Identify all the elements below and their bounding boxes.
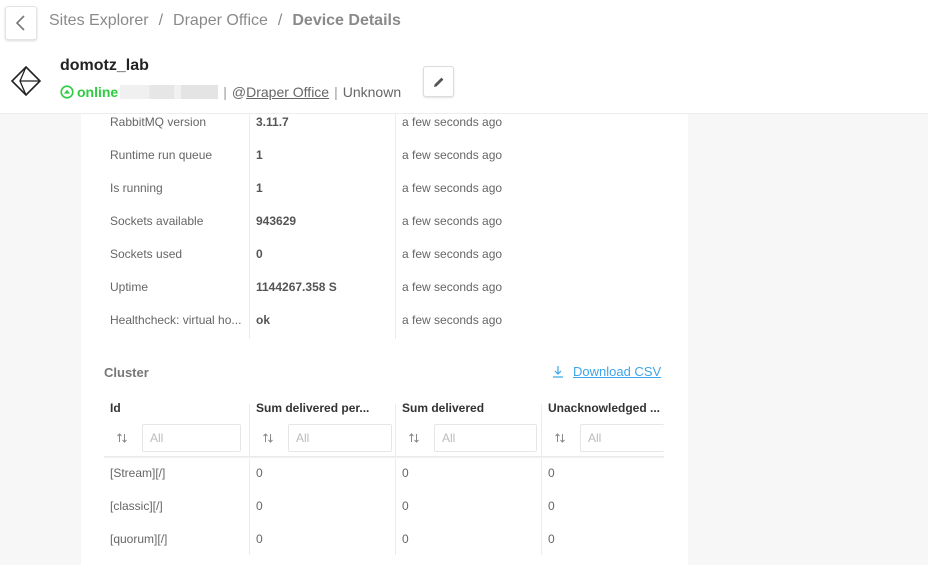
metric-label: RabbitMQ version [110, 115, 207, 129]
download-icon [553, 365, 563, 378]
metric-time: a few seconds ago [402, 181, 503, 195]
metric-row: Is running 1 a few seconds ago [81, 181, 688, 214]
table-cell: 0 [256, 532, 263, 546]
device-diamond-icon [11, 66, 41, 96]
filter-input-id[interactable] [142, 424, 241, 452]
breadcrumb-draper-office[interactable]: Draper Office [173, 12, 268, 29]
sort-icon[interactable] [408, 432, 420, 444]
table-row: [Stream][/] 0 0 0 [104, 466, 664, 499]
metric-value: 3.11.7 [256, 115, 289, 129]
site-name[interactable]: Draper Office [246, 84, 329, 100]
table-cell: 0 [548, 532, 555, 546]
chevron-left-icon [15, 15, 25, 31]
filter-input-sum-delivered-per[interactable] [288, 424, 392, 452]
device-details-panel: RabbitMQ version 3.11.7 a few seconds ag… [81, 114, 688, 565]
table-cell: [classic][/] [110, 499, 163, 513]
metric-label: Uptime [110, 280, 149, 294]
online-arrow-icon [60, 85, 74, 99]
breadcrumb-current: Device Details [292, 12, 401, 29]
metric-time: a few seconds ago [402, 313, 503, 327]
table-cell: 0 [548, 466, 555, 480]
divider: | [334, 84, 338, 100]
metric-time: a few seconds ago [402, 148, 503, 162]
table-cell: 0 [256, 499, 263, 513]
download-csv-label[interactable]: Download CSV [573, 364, 661, 379]
metric-value: 0 [256, 247, 263, 261]
table-cell: [quorum][/] [110, 532, 168, 546]
redacted-ip [120, 85, 219, 99]
divider: | [223, 84, 227, 100]
metric-time: a few seconds ago [402, 115, 503, 129]
edit-button[interactable] [423, 66, 454, 97]
filter-row [104, 423, 664, 453]
device-status-line: online | @Draper Office | Unknown [60, 83, 401, 101]
table-cell: 0 [256, 466, 263, 480]
metric-row: Healthcheck: virtual ho... ok a few seco… [81, 313, 688, 346]
metric-label: Runtime run queue [110, 148, 213, 162]
metric-row: Runtime run queue 1 a few seconds ago [81, 148, 688, 181]
site-link[interactable]: @Draper Office [232, 84, 329, 100]
metric-value: 1 [256, 181, 263, 195]
breadcrumb-sites-explorer[interactable]: Sites Explorer [49, 12, 149, 29]
device-type: Unknown [342, 84, 402, 100]
column-header-unacknowledged[interactable]: Unacknowledged ... [548, 401, 660, 415]
metric-row: Sockets used 0 a few seconds ago [81, 247, 688, 280]
metric-row: Uptime 1144267.358 S a few seconds ago [81, 280, 688, 313]
column-header-sum-delivered[interactable]: Sum delivered [402, 401, 484, 415]
table-row: [classic][/] 0 0 0 [104, 499, 664, 532]
metric-time: a few seconds ago [402, 247, 503, 261]
table-cell: 0 [402, 499, 409, 513]
sort-icon[interactable] [554, 432, 566, 444]
metric-label: Is running [110, 181, 163, 195]
sort-icon[interactable] [116, 432, 128, 444]
column-header-sum-delivered-per[interactable]: Sum delivered per... [256, 401, 369, 415]
metric-time: a few seconds ago [402, 214, 503, 228]
metric-value: 943629 [256, 214, 297, 228]
metric-label: Healthcheck: virtual ho... [110, 313, 242, 327]
metric-label: Sockets available [110, 214, 204, 228]
metric-row: Sockets available 943629 a few seconds a… [81, 214, 688, 247]
table-cell: 0 [548, 499, 555, 513]
metric-row: RabbitMQ version 3.11.7 a few seconds ag… [81, 115, 688, 148]
breadcrumb: Sites Explorer / Draper Office / Device Deta… [49, 12, 401, 30]
back-button[interactable] [5, 6, 37, 40]
cluster-table-header: Id Sum delivered per... Sum delivered Un… [104, 401, 664, 418]
table-cell: 0 [402, 532, 409, 546]
header: Sites Explorer / Draper Office / Device Deta… [0, 0, 928, 114]
column-header-id[interactable]: Id [110, 401, 121, 415]
metric-time: a few seconds ago [402, 280, 503, 294]
status-badge: online [60, 84, 118, 100]
table-cell: [Stream][/] [110, 466, 166, 480]
metric-value: 1 [256, 148, 263, 162]
download-csv-link[interactable]: Download CSV [551, 364, 661, 379]
status-text: online [77, 84, 119, 100]
table-cell: 0 [402, 466, 409, 480]
table-row: [quorum][/] 0 0 0 [104, 532, 664, 565]
metric-value: 1144267.358 S [256, 280, 337, 294]
site-prefix: @ [231, 84, 247, 100]
filter-input-sum-delivered[interactable] [434, 424, 537, 452]
cluster-title: Cluster [104, 365, 149, 380]
metric-label: Sockets used [110, 247, 183, 261]
breadcrumb-separator: / [277, 12, 283, 29]
device-name: domotz_lab [60, 57, 149, 74]
pencil-icon [433, 77, 443, 87]
table-header-shadow [104, 456, 664, 459]
breadcrumb-separator: / [158, 12, 164, 29]
filter-input-unacknowledged[interactable] [580, 424, 664, 452]
sort-icon[interactable] [262, 432, 274, 444]
metric-value: ok [256, 313, 271, 327]
